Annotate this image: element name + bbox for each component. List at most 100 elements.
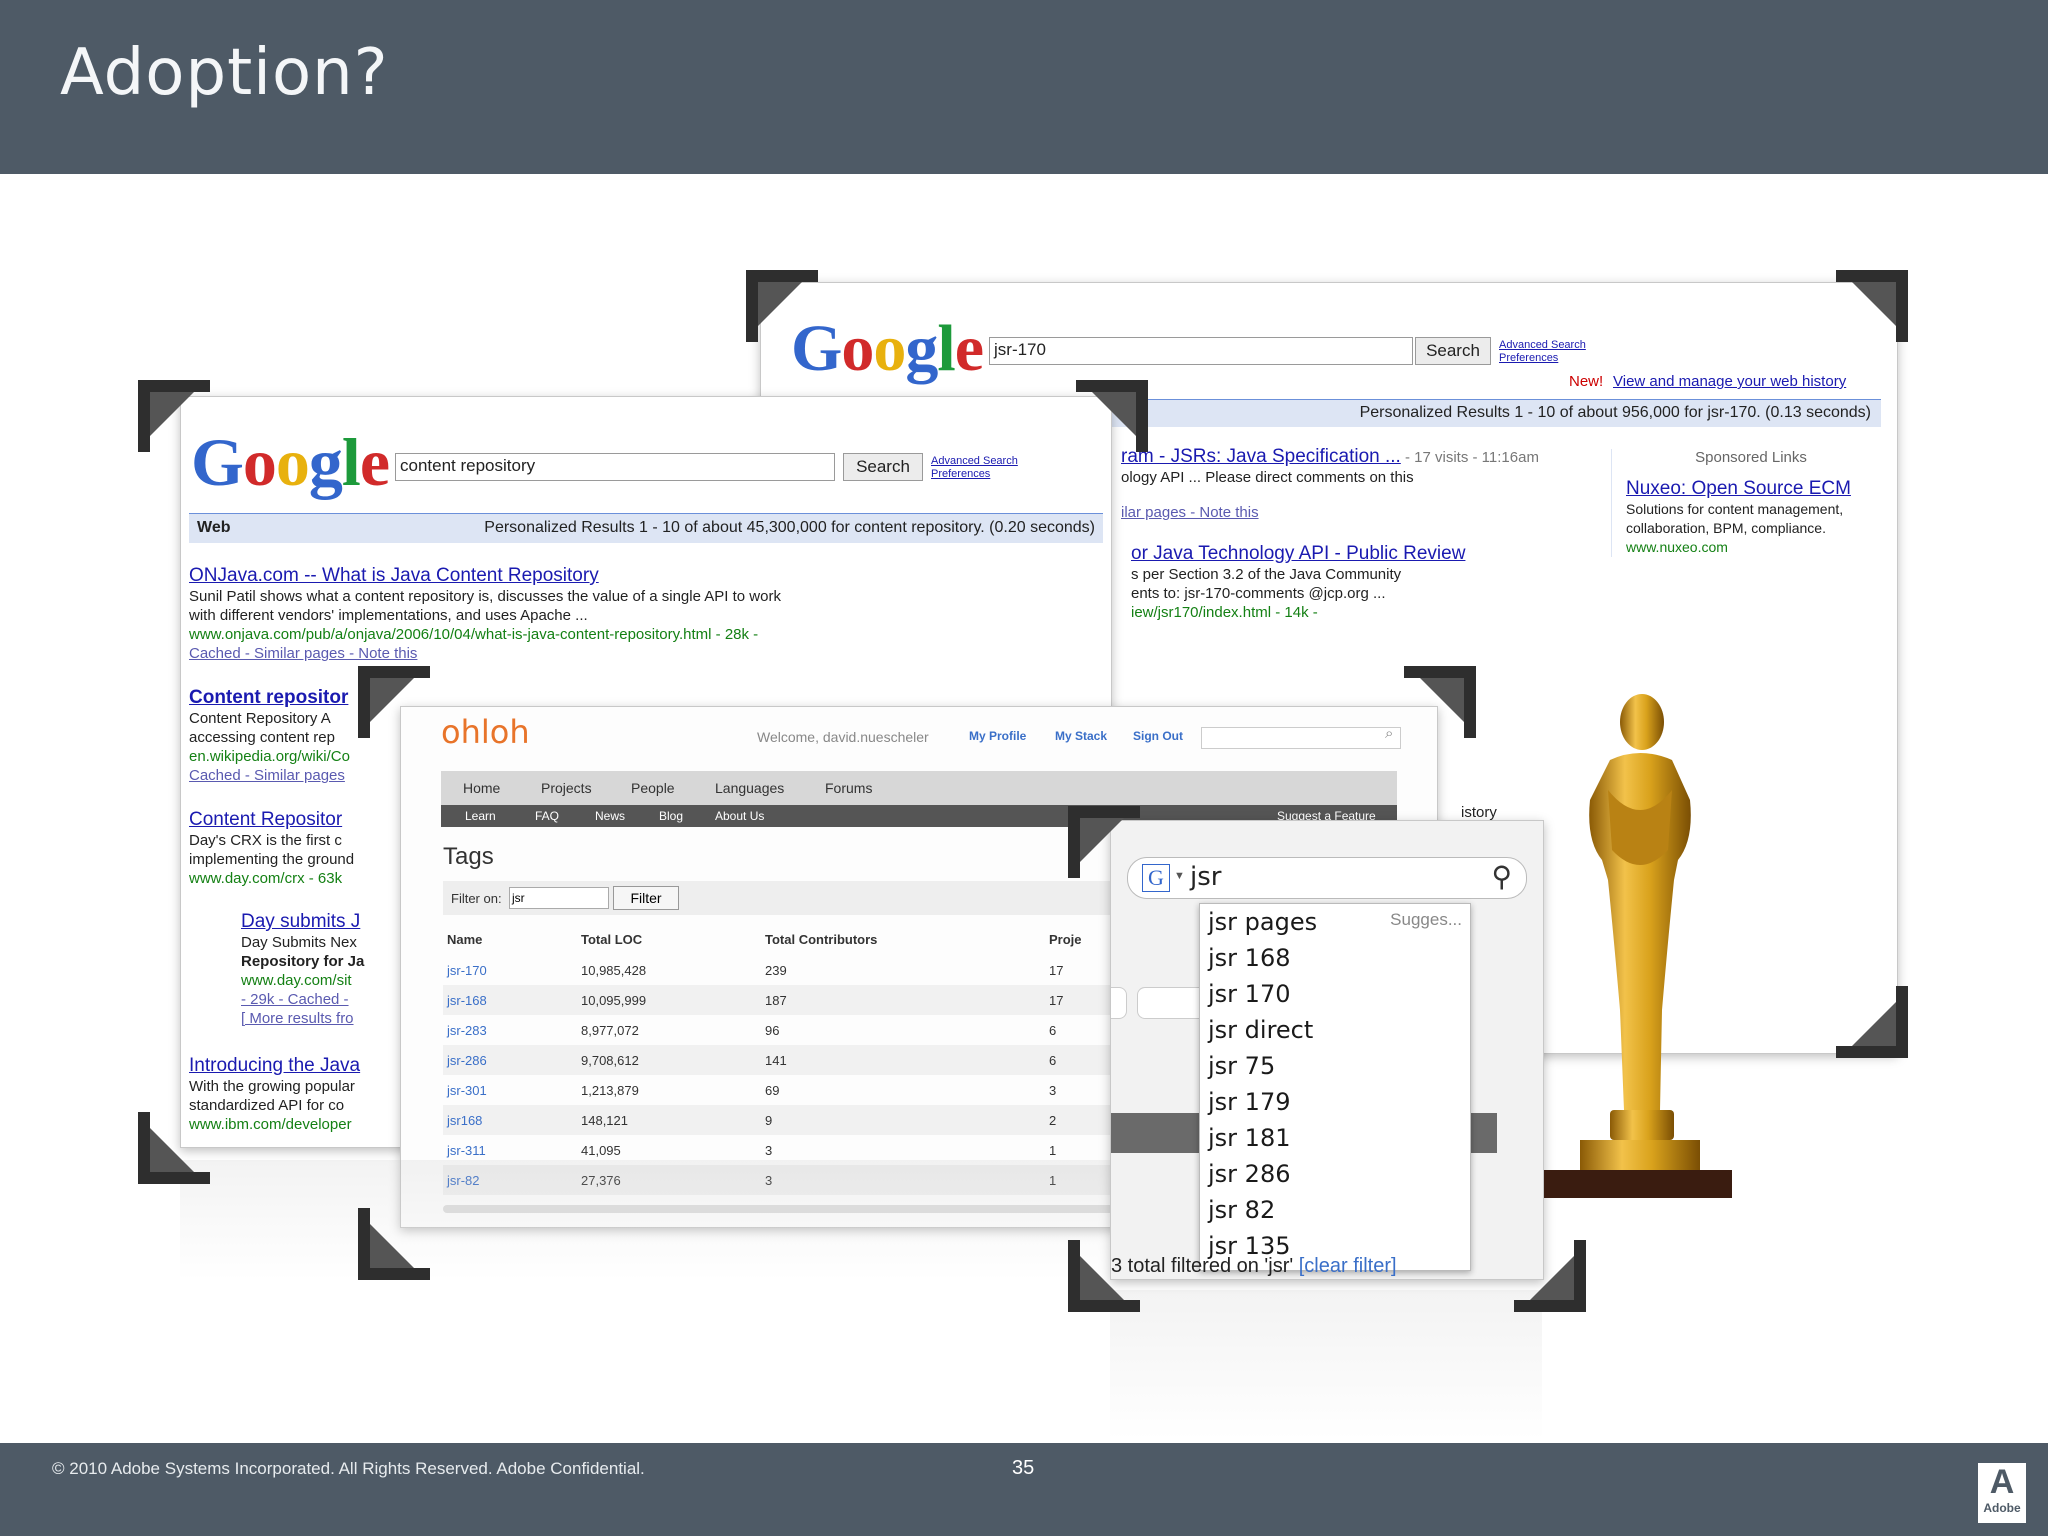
sponsored-label: Sponsored Links	[1695, 449, 1807, 466]
google-logo: Google	[791, 312, 984, 385]
result-4: Day submits J Day Submits Nex Repository…	[241, 911, 364, 1028]
search-button[interactable]: Search	[843, 453, 923, 481]
subnav-blog[interactable]: Blog	[659, 809, 683, 823]
suggestion-item[interactable]: jsr 181	[1200, 1120, 1470, 1156]
adobe-wordmark: Adobe	[1983, 1501, 2021, 1515]
search-button[interactable]: Search	[1415, 337, 1491, 365]
nav-home[interactable]: Home	[463, 780, 500, 796]
result-url: www.day.com/crx - 63k	[189, 870, 343, 887]
chevron-down-icon[interactable]: ▼	[1174, 870, 1185, 882]
loc-cell: 10,985,428	[581, 962, 647, 978]
preferences-link[interactable]: Preferences	[931, 468, 990, 481]
welcome-text: Welcome, david.nuescheler	[757, 729, 929, 745]
search-input[interactable]: jsr-170	[989, 337, 1413, 365]
result-title[interactable]: Day submits J	[241, 911, 364, 933]
nav-languages[interactable]: Languages	[715, 780, 784, 796]
photo-corner-icon	[138, 380, 210, 452]
tag-link[interactable]: jsr-168	[443, 985, 577, 1015]
adobe-a-icon: A	[1989, 1463, 2015, 1501]
tag-link[interactable]: jsr168	[443, 1105, 577, 1135]
advanced-search-link[interactable]: Advanced Search	[1499, 339, 1586, 352]
more-results-link[interactable]: [ More results fro	[241, 1009, 364, 1028]
column-header-name[interactable]: Name	[443, 923, 577, 955]
result-3: Content Repositor Day's CRX is the first…	[189, 809, 354, 888]
filter-label: Filter on:	[451, 891, 502, 906]
tag-link[interactable]: jsr-301	[443, 1075, 577, 1105]
column-header-loc[interactable]: Total LOC	[577, 923, 761, 955]
google-g-icon[interactable]: G	[1142, 864, 1170, 892]
column-header-contributors[interactable]: Total Contributors	[761, 923, 1045, 955]
subnav-news[interactable]: News	[595, 809, 625, 823]
nav-forums[interactable]: Forums	[825, 780, 872, 796]
subnav-learn[interactable]: Learn	[465, 809, 496, 823]
result-title[interactable]: Content repositor	[189, 687, 350, 709]
subnav-faq[interactable]: FAQ	[535, 809, 559, 823]
result-title[interactable]: ram - JSRs: Java Specification ...	[1121, 446, 1401, 467]
result-snippet: Repository for Ja	[241, 953, 365, 970]
table-row: jsr-283 8,977,072 96 6	[443, 1015, 1123, 1045]
sign-out-link[interactable]: Sign Out	[1133, 729, 1183, 743]
photo-corner-icon	[138, 1112, 210, 1184]
suggestion-item[interactable]: jsr 168	[1200, 940, 1470, 976]
result-links[interactable]: Cached - Similar pages - Note this	[189, 644, 781, 663]
search-field[interactable]: G ▼ jsr ⚲	[1127, 857, 1527, 899]
contributors-cell: 239	[765, 962, 787, 978]
result-title[interactable]: Content Repositor	[189, 809, 354, 831]
preferences-link[interactable]: Preferences	[1499, 352, 1558, 365]
result-1: ONJava.com -- What is Java Content Repos…	[189, 565, 781, 663]
filter-bar: Filter on: jsr Filter	[443, 881, 1123, 915]
result-links[interactable]: - 29k - Cached -	[241, 990, 364, 1009]
result-links[interactable]: ilar pages - Note this	[1121, 503, 1539, 522]
suggestion-item[interactable]: jsr 286	[1200, 1156, 1470, 1192]
result-url: iew/jsr170/index.html - 14k -	[1131, 604, 1318, 621]
loc-cell: 8,977,072	[581, 1022, 639, 1038]
suggestion-item[interactable]: jsr 170	[1200, 976, 1470, 1012]
web-tab-label[interactable]: Web	[197, 519, 230, 536]
result-snippet: implementing the ground	[189, 851, 355, 868]
tag-link[interactable]: jsr-170	[443, 955, 577, 985]
filter-input[interactable]: jsr	[509, 887, 609, 909]
subnav-about[interactable]: About Us	[715, 809, 764, 823]
advanced-search-link[interactable]: Advanced Search	[931, 455, 1018, 468]
suggestion-dropdown: Sugges... jsr pages jsr 168 jsr 170 jsr …	[1199, 903, 1471, 1271]
award-statue-icon	[1540, 680, 1740, 1200]
loc-cell: 10,095,999	[577, 985, 761, 1015]
nav-projects[interactable]: Projects	[541, 780, 592, 796]
suggestion-item[interactable]: jsr 82	[1200, 1192, 1470, 1228]
result-snippet: accessing content rep	[189, 729, 335, 746]
new-label: New!	[1569, 373, 1604, 390]
nav-people[interactable]: People	[631, 780, 675, 796]
my-profile-link[interactable]: My Profile	[969, 729, 1026, 743]
ad-title[interactable]: Nuxeo: Open Source ECM	[1626, 478, 1896, 500]
result-snippet: Sunil Patil shows what a content reposit…	[189, 588, 781, 605]
background-input-left	[1111, 987, 1127, 1019]
result-title[interactable]: or Java Technology API - Public Review	[1131, 543, 1465, 565]
search-text[interactable]: jsr	[1190, 862, 1221, 892]
result-snippet: s per Section 3.2 of the Java Community	[1131, 566, 1402, 583]
search-input[interactable]: content repository	[395, 453, 835, 481]
ad-url: www.nuxeo.com	[1626, 539, 1728, 555]
result-snippet: ents to: jsr-170-comments @jcp.org ...	[1131, 585, 1386, 602]
ohloh-logo: ohloh	[441, 713, 530, 751]
title-bar: Adoption?	[0, 0, 2048, 174]
suggestion-item[interactable]: jsr direct	[1200, 1012, 1470, 1048]
photo-corner-icon	[1068, 806, 1140, 878]
ohloh-search-input[interactable]	[1201, 727, 1401, 749]
search-icon[interactable]: ⌕	[1385, 725, 1393, 742]
photo-corner-icon	[1068, 1240, 1140, 1312]
clear-filter-link[interactable]: [clear filter]	[1299, 1255, 1397, 1277]
result-links[interactable]: Cached - Similar pages	[189, 766, 350, 785]
tag-link[interactable]: jsr-283	[443, 1015, 577, 1045]
result-title[interactable]: Introducing the Java	[189, 1055, 360, 1077]
tag-link[interactable]: jsr-286	[443, 1045, 577, 1075]
suggestion-item[interactable]: jsr 75	[1200, 1048, 1470, 1084]
web-history-link[interactable]: View and manage your web history	[1613, 373, 1846, 390]
result-meta: - 17 visits - 11:16am	[1400, 449, 1539, 466]
photo-corner-icon	[1404, 666, 1476, 738]
result-title[interactable]: ONJava.com -- What is Java Content Repos…	[189, 565, 781, 587]
my-stack-link[interactable]: My Stack	[1055, 729, 1107, 743]
filter-button[interactable]: Filter	[613, 886, 679, 910]
magnifier-icon[interactable]: ⚲	[1491, 860, 1512, 893]
tags-table: Name Total LOC Total Contributors Proje …	[443, 923, 1123, 1195]
suggestion-item[interactable]: jsr 179	[1200, 1084, 1470, 1120]
